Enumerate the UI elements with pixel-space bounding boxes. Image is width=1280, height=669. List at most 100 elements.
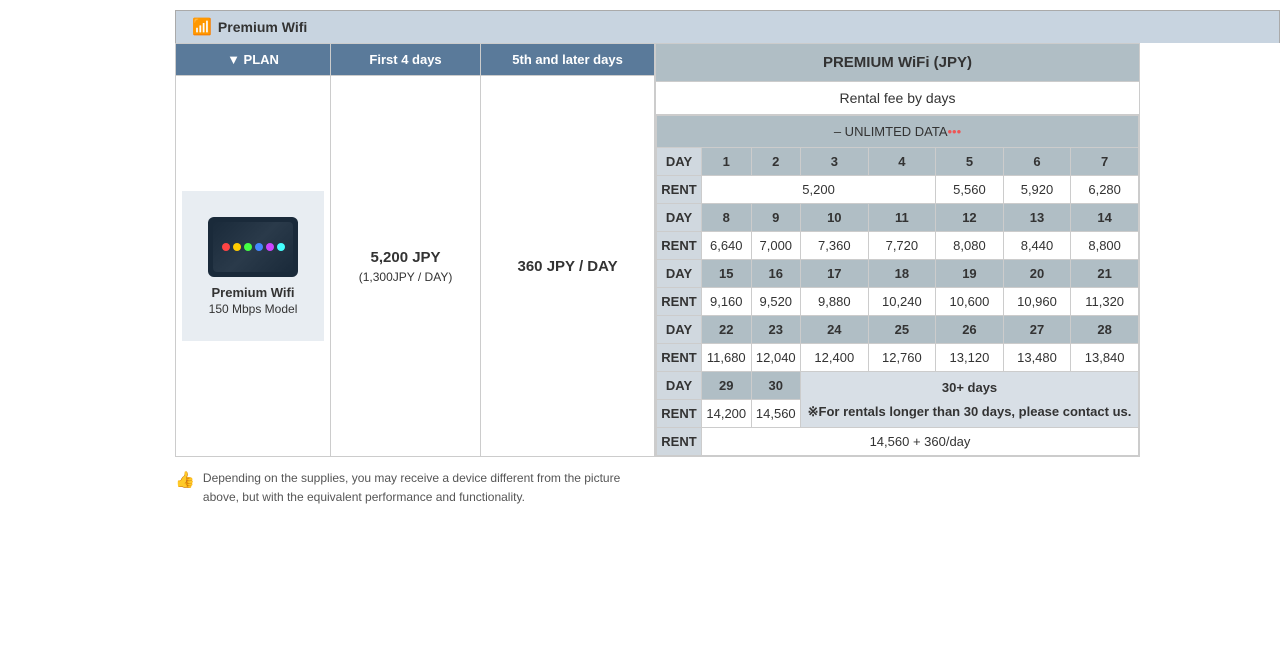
day-13: 13 — [1003, 204, 1071, 232]
note-30plus-title: 30+ days — [805, 378, 1134, 398]
day-1: 1 — [702, 148, 752, 176]
rent-26: 13,120 — [936, 344, 1004, 372]
rent-21: 11,320 — [1071, 288, 1139, 316]
device-model: 150 Mbps Model — [209, 302, 298, 316]
day-16: 16 — [751, 260, 801, 288]
day-label-4: DAY — [657, 316, 702, 344]
rent-13: 8,440 — [1003, 232, 1071, 260]
rent-7: 6,280 — [1071, 176, 1139, 204]
device-screen — [208, 217, 298, 277]
rent-row-4: RENT 11,680 12,040 12,400 12,760 13,120 … — [657, 344, 1139, 372]
pricing-title: PREMIUM WiFi (JPY) — [656, 44, 1139, 82]
device-name: Premium Wifi — [212, 285, 295, 300]
rent-18: 10,240 — [868, 288, 936, 316]
main-content: ▼ PLAN First 4 days 5th and later days — [175, 43, 1140, 457]
day-25: 25 — [868, 316, 936, 344]
rent-17: 9,880 — [801, 288, 869, 316]
rent-22: 11,680 — [702, 344, 752, 372]
col-first-header: First 4 days — [331, 44, 481, 76]
day-row-5: DAY 29 30 30+ days ※For rentals longer t… — [657, 372, 1139, 400]
rent-5: 5,560 — [936, 176, 1004, 204]
rent-28: 13,840 — [1071, 344, 1139, 372]
rent-20: 10,960 — [1003, 288, 1071, 316]
day-row-1: DAY 1 2 3 4 5 6 7 — [657, 148, 1139, 176]
rent-row-2: RENT 6,640 7,000 7,360 7,720 8,080 8,440… — [657, 232, 1139, 260]
day-30: 30 — [751, 372, 801, 400]
rent-label-1: RENT — [657, 176, 702, 204]
rent-19: 10,600 — [936, 288, 1004, 316]
day-14: 14 — [1071, 204, 1139, 232]
rent-row-1: RENT 5,200 5,560 5,920 6,280 — [657, 176, 1139, 204]
later-price-cell: 360 JPY / DAY — [481, 76, 655, 457]
rent-23: 12,040 — [751, 344, 801, 372]
day-label-1: DAY — [657, 148, 702, 176]
day-2: 2 — [751, 148, 801, 176]
dot-red — [222, 243, 230, 251]
rent-14: 8,800 — [1071, 232, 1139, 260]
rent-label-2: RENT — [657, 232, 702, 260]
rent-label-4: RENT — [657, 344, 702, 372]
dot-green — [244, 243, 252, 251]
day-label-3: DAY — [657, 260, 702, 288]
dot-purple — [266, 243, 274, 251]
device-cell: Premium Wifi 150 Mbps Model — [176, 76, 331, 457]
wifi-icon: 📶 — [192, 17, 212, 37]
rent-label-final: RENT — [657, 428, 702, 456]
rent-11: 7,720 — [868, 232, 936, 260]
device-image-box: Premium Wifi 150 Mbps Model — [182, 191, 324, 341]
day-row-4: DAY 22 23 24 25 26 27 28 — [657, 316, 1139, 344]
dot-cyan — [277, 243, 285, 251]
day-6: 6 — [1003, 148, 1071, 176]
first-price-main: 5,200 JPY — [337, 249, 474, 266]
rent-label-3: RENT — [657, 288, 702, 316]
note-30plus-cell: 30+ days ※For rentals longer than 30 day… — [801, 372, 1139, 428]
rent-label-5: RENT — [657, 400, 702, 428]
rent-27: 13,480 — [1003, 344, 1071, 372]
day-18: 18 — [868, 260, 936, 288]
day-19: 19 — [936, 260, 1004, 288]
day-29: 29 — [702, 372, 752, 400]
day-10: 10 — [801, 204, 869, 232]
rent-final-note: 14,560 + 360/day — [702, 428, 1139, 456]
day-3: 3 — [801, 148, 869, 176]
day-11: 11 — [868, 204, 936, 232]
col-plan-header: ▼ PLAN — [176, 44, 331, 76]
rent-1-4: 5,200 — [702, 176, 936, 204]
day-4: 4 — [868, 148, 936, 176]
first-price-cell: 5,200 JPY (1,300JPY / DAY) — [331, 76, 481, 457]
notice-area: 👍 Depending on the supplies, you may rec… — [175, 469, 635, 507]
day-row-2: DAY 8 9 10 11 12 13 14 — [657, 204, 1139, 232]
day-24: 24 — [801, 316, 869, 344]
plan-table: ▼ PLAN First 4 days 5th and later days — [175, 43, 655, 457]
day-label-2: DAY — [657, 204, 702, 232]
day-26: 26 — [936, 316, 1004, 344]
wifi-tab[interactable]: 📶 Premium Wifi — [175, 10, 1280, 43]
day-22: 22 — [702, 316, 752, 344]
rent-12: 8,080 — [936, 232, 1004, 260]
rent-29: 14,200 — [702, 400, 752, 428]
rent-15: 9,160 — [702, 288, 752, 316]
rent-8: 6,640 — [702, 232, 752, 260]
day-5: 5 — [936, 148, 1004, 176]
day-label-5: DAY — [657, 372, 702, 400]
unlimited-row: – UNLIMTED DATA••• — [657, 116, 1139, 148]
day-23: 23 — [751, 316, 801, 344]
day-9: 9 — [751, 204, 801, 232]
pricing-subtitle: Rental fee by days — [656, 82, 1139, 115]
unlimited-label: – UNLIMTED DATA••• — [657, 116, 1139, 148]
col-later-header: 5th and later days — [481, 44, 655, 76]
rent-30: 14,560 — [751, 400, 801, 428]
notice-icon: 👍 — [175, 470, 195, 490]
rent-6: 5,920 — [1003, 176, 1071, 204]
day-8: 8 — [702, 204, 752, 232]
rent-row-final: RENT 14,560 + 360/day — [657, 428, 1139, 456]
note-contact-text: ※For rentals longer than 30 days, please… — [805, 402, 1134, 422]
rent-24: 12,400 — [801, 344, 869, 372]
day-27: 27 — [1003, 316, 1071, 344]
rent-16: 9,520 — [751, 288, 801, 316]
notice-text: Depending on the supplies, you may recei… — [203, 469, 635, 507]
rent-row-3: RENT 9,160 9,520 9,880 10,240 10,600 10,… — [657, 288, 1139, 316]
rent-10: 7,360 — [801, 232, 869, 260]
pricing-table: – UNLIMTED DATA••• DAY 1 2 3 4 5 6 7 — [656, 115, 1139, 456]
day-12: 12 — [936, 204, 1004, 232]
